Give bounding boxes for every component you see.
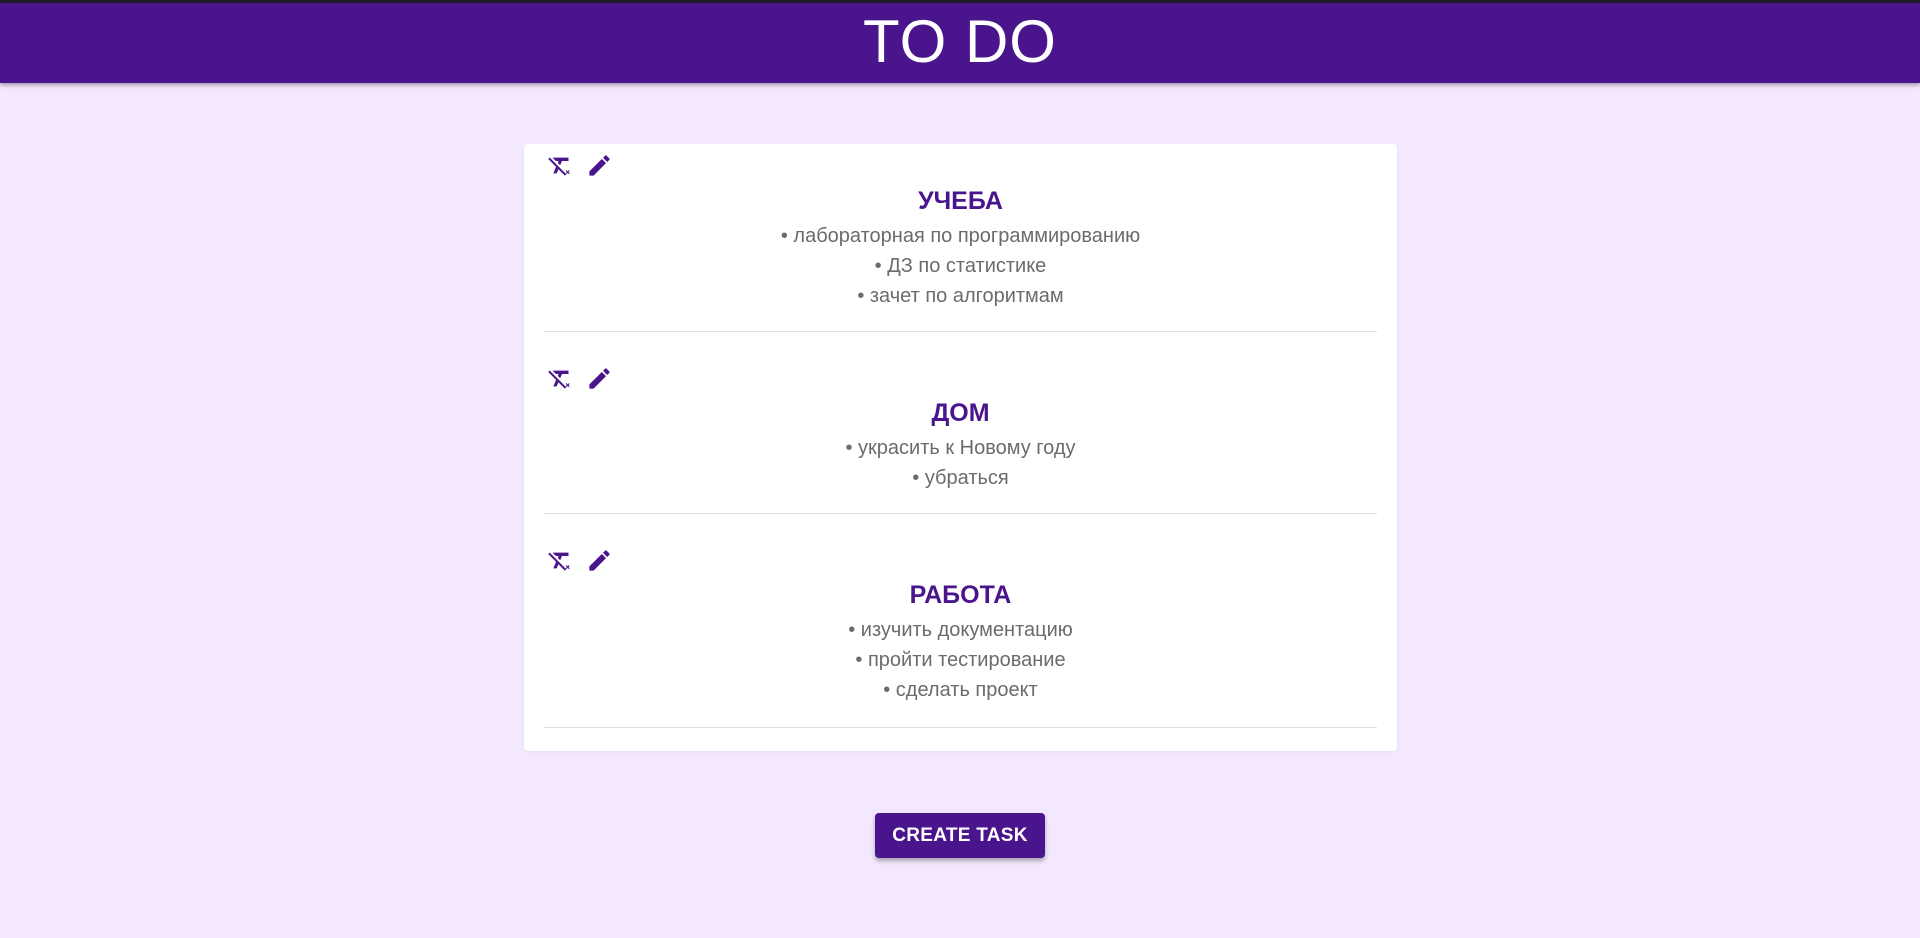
task-actions	[546, 365, 613, 392]
task-item: украсить к Новому году	[544, 433, 1377, 463]
format-clear-icon[interactable]	[546, 365, 573, 392]
task-item: пройти тестирование	[544, 645, 1377, 675]
pencil-icon-svg	[589, 550, 610, 571]
format-clear-icon-svg	[548, 370, 570, 389]
task-item: ДЗ по статистике	[544, 251, 1377, 281]
format-clear-icon[interactable]	[546, 547, 573, 574]
app-title: TO DO	[863, 7, 1057, 75]
format-clear-icon-svg	[548, 157, 570, 176]
task-items: изучить документацию пройти тестирование…	[544, 615, 1377, 705]
task-items: лабораторная по программированию ДЗ по с…	[544, 221, 1377, 311]
pencil-icon[interactable]	[586, 547, 613, 574]
task-item: изучить документацию	[544, 615, 1377, 645]
task-card-2: РАБОТА изучить документацию пройти тести…	[544, 513, 1377, 728]
task-card-0: УЧЕБА лабораторная по программированию Д…	[544, 144, 1377, 332]
pencil-icon-svg	[589, 368, 610, 389]
task-item: лабораторная по программированию	[544, 221, 1377, 251]
format-clear-icon[interactable]	[546, 152, 573, 179]
task-title: УЧЕБА	[918, 187, 1003, 215]
task-title: ДОМ	[931, 399, 990, 427]
create-task-button[interactable]: CREATE TASK	[875, 813, 1045, 858]
task-item: зачет по алгоритмам	[544, 281, 1377, 311]
pencil-icon[interactable]	[586, 365, 613, 392]
task-items: украсить к Новому году убраться	[544, 433, 1377, 493]
task-list-card: УЧЕБА лабораторная по программированию Д…	[524, 144, 1397, 751]
task-title: РАБОТА	[909, 581, 1012, 609]
task-item: убраться	[544, 463, 1377, 493]
pencil-icon-svg	[589, 155, 610, 176]
pencil-icon[interactable]	[586, 152, 613, 179]
task-item: сделать проект	[544, 675, 1377, 705]
task-actions	[546, 152, 613, 179]
task-card-1: ДОМ украсить к Новому году убраться	[544, 331, 1377, 514]
task-actions	[546, 547, 613, 574]
app-bar: TO DO	[0, 3, 1920, 83]
format-clear-icon-svg	[548, 552, 570, 571]
